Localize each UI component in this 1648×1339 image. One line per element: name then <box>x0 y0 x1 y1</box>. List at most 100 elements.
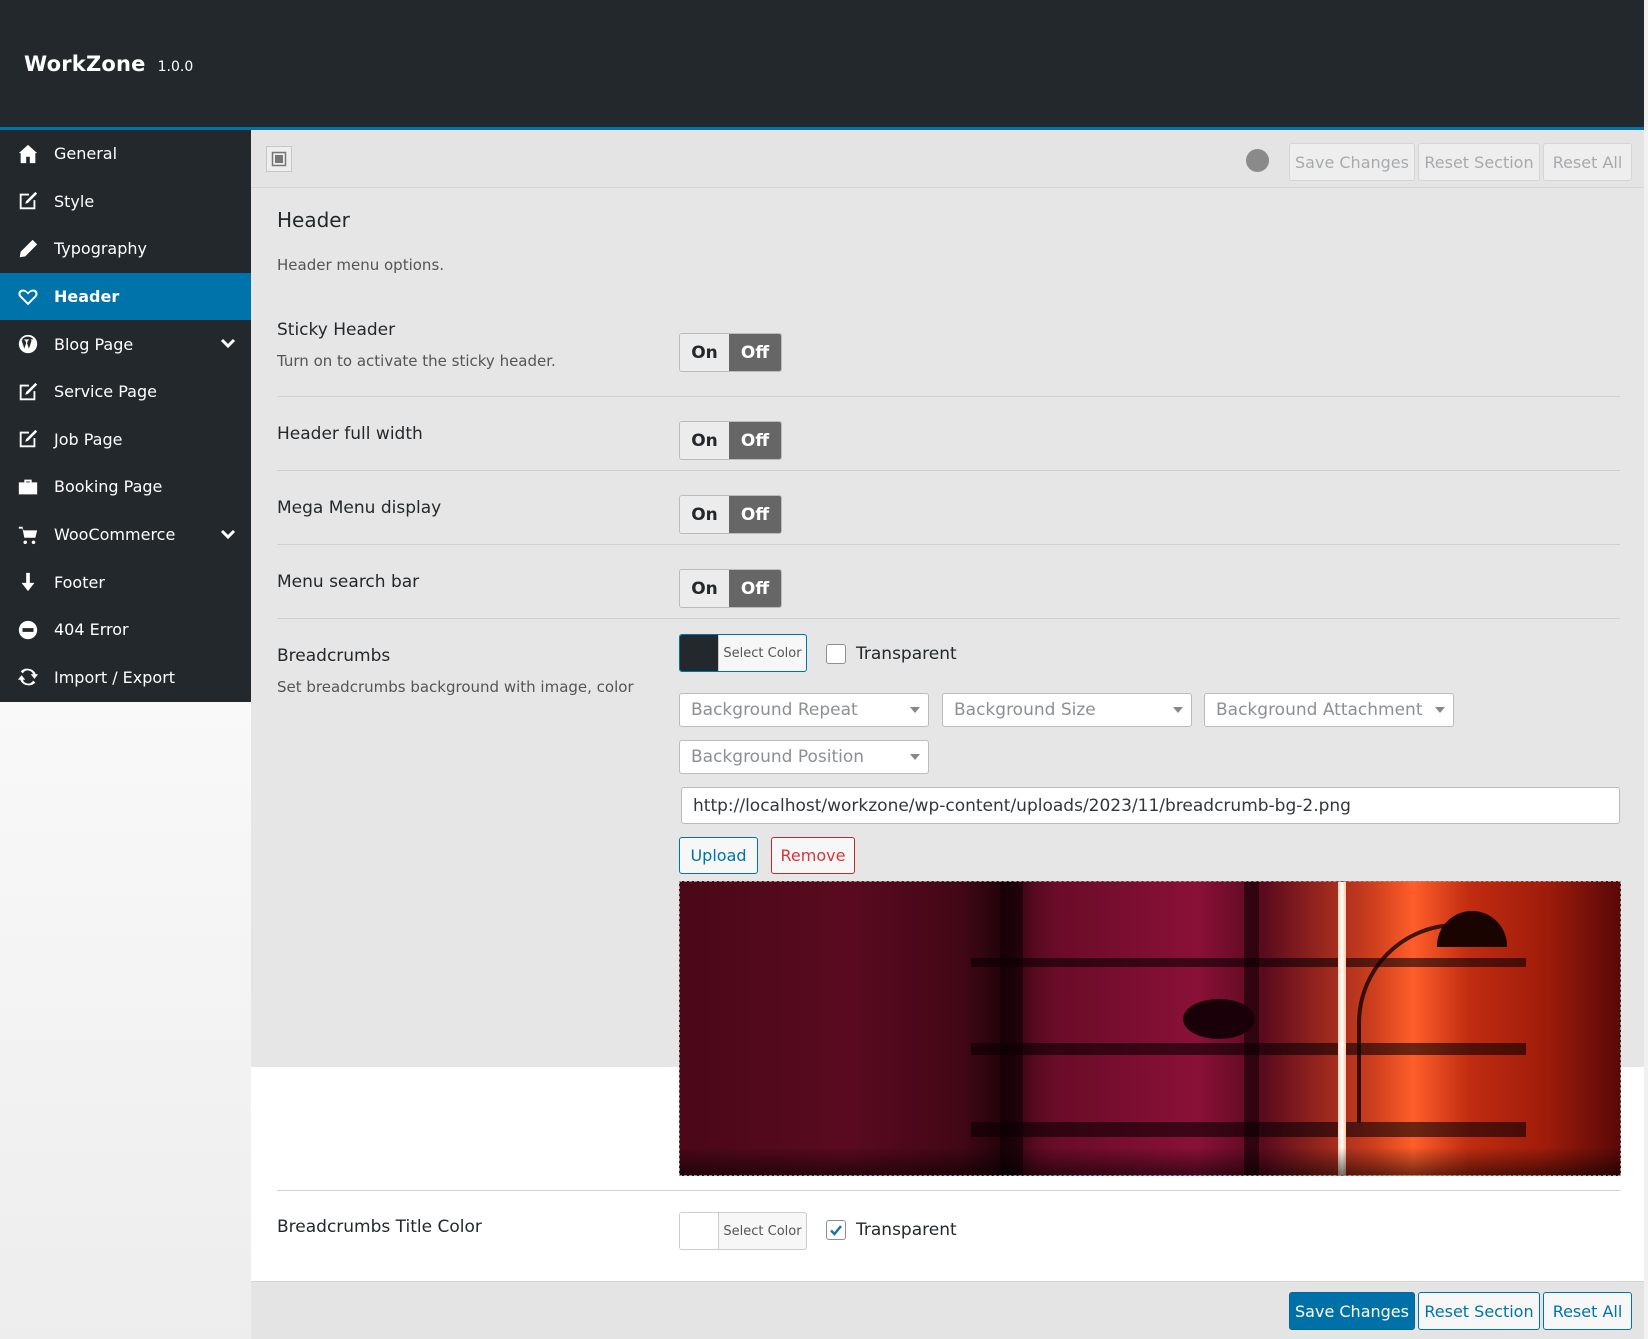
chevron-down-icon[interactable] <box>219 525 237 543</box>
refresh-icon <box>16 665 40 689</box>
color-swatch[interactable] <box>680 1213 718 1249</box>
chevron-down-icon[interactable] <box>219 334 237 352</box>
sidebar-item-label: General <box>54 144 118 164</box>
sidebar-item-label: Booking Page <box>54 477 163 497</box>
sidebar-item-label: Header <box>54 287 120 307</box>
color-swatch[interactable] <box>680 635 718 671</box>
sidebar-item-footer[interactable]: Footer <box>0 558 251 606</box>
sidebar-item-label: Style <box>54 191 95 211</box>
sidebar-item-job-page[interactable]: Job Page <box>0 416 251 464</box>
section-title: Header <box>277 208 350 232</box>
expand-options-button[interactable] <box>266 146 292 172</box>
menu-search-label: Menu search bar <box>277 572 420 592</box>
heart-icon <box>16 285 40 309</box>
select-value: Background Size <box>954 700 1096 720</box>
switch-off[interactable]: Off <box>729 334 781 371</box>
pencil-icon <box>16 237 40 261</box>
mega-menu-switch[interactable]: On Off <box>679 495 782 534</box>
briefcase-icon <box>16 475 40 499</box>
background-attachment-select[interactable]: Background Attachment <box>1204 693 1454 727</box>
sidebar-item-style[interactable]: Style <box>0 178 251 226</box>
select-color-label[interactable]: Select Color <box>718 1213 806 1249</box>
edit-icon <box>16 427 40 451</box>
background-size-select[interactable]: Background Size <box>942 693 1192 727</box>
sidebar-item-label: WooCommerce <box>54 525 176 545</box>
breadcrumbs-title-transparent-checkbox[interactable]: Transparent <box>826 1220 957 1240</box>
dropdown-arrow-icon <box>910 754 920 760</box>
background-position-select[interactable]: Background Position <box>679 740 929 774</box>
switch-off[interactable]: Off <box>729 570 781 607</box>
reset-all-button[interactable]: Reset All <box>1543 1292 1632 1330</box>
checkbox-label: Transparent <box>856 644 957 664</box>
checkbox[interactable] <box>826 644 846 664</box>
app-version: 1.0.0 <box>157 59 194 75</box>
arrow-down-icon <box>16 570 40 594</box>
dropdown-arrow-icon <box>1173 707 1183 713</box>
switch-on[interactable]: On <box>680 334 730 371</box>
edit-icon <box>16 380 40 404</box>
select-color-label[interactable]: Select Color <box>718 635 806 671</box>
select-value: Background Position <box>691 747 865 767</box>
sidebar-item-label: Blog Page <box>54 334 134 354</box>
sidebar-item-woocommerce[interactable]: WooCommerce <box>0 511 251 559</box>
switch-off[interactable]: Off <box>729 422 781 459</box>
status-indicator <box>1246 149 1269 172</box>
sidebar-item-booking-page[interactable]: Booking Page <box>0 463 251 511</box>
wordpress-icon <box>16 332 40 356</box>
home-icon <box>16 142 40 166</box>
checkmark-icon <box>830 1225 842 1236</box>
sidebar-nav: General Style Typography Header Blog Pag… <box>0 130 251 702</box>
sticky-header-switch[interactable]: On Off <box>679 333 782 372</box>
divider <box>277 544 1620 545</box>
breadcrumbs-image-url-input[interactable]: http://localhost/workzone/wp-content/upl… <box>681 787 1620 824</box>
breadcrumbs-color-picker[interactable]: Select Color <box>679 634 807 672</box>
sidebar-item-label: Footer <box>54 572 105 592</box>
divider <box>277 1190 1620 1191</box>
sidebar-item-service-page[interactable]: Service Page <box>0 368 251 416</box>
reset-section-button-top[interactable]: Reset Section <box>1418 143 1540 181</box>
upload-button[interactable]: Upload <box>679 837 758 874</box>
sidebar-item-label: Service Page <box>54 382 157 402</box>
save-changes-button[interactable]: Save Changes <box>1289 1292 1415 1330</box>
dropdown-arrow-icon <box>1435 707 1445 713</box>
sidebar-item-import-export[interactable]: Import / Export <box>0 654 251 702</box>
checkbox-label: Transparent <box>856 1220 957 1240</box>
breadcrumbs-description: Set breadcrumbs background with image, c… <box>277 678 634 696</box>
sidebar-item-general[interactable]: General <box>0 130 251 178</box>
sidebar-item-header[interactable]: Header <box>0 272 251 321</box>
header-full-width-switch[interactable]: On Off <box>679 421 782 460</box>
minus-circle-icon <box>16 618 40 642</box>
sidebar-item-label: 404 Error <box>54 620 129 640</box>
checkbox[interactable] <box>826 1220 846 1240</box>
sidebar-background <box>0 702 251 1339</box>
background-repeat-select[interactable]: Background Repeat <box>679 693 929 727</box>
sidebar-item-typography[interactable]: Typography <box>0 225 251 273</box>
divider <box>277 618 1620 619</box>
save-changes-button-top[interactable]: Save Changes <box>1289 143 1415 181</box>
breadcrumbs-label: Breadcrumbs <box>277 646 391 666</box>
panel-icon <box>271 151 287 167</box>
reset-all-button-top[interactable]: Reset All <box>1543 143 1632 181</box>
cart-icon <box>16 523 40 547</box>
sidebar-item-404-error[interactable]: 404 Error <box>0 606 251 654</box>
switch-on[interactable]: On <box>680 570 730 607</box>
remove-button[interactable]: Remove <box>771 837 855 874</box>
header-full-width-label: Header full width <box>277 424 423 444</box>
divider <box>277 470 1620 471</box>
menu-search-switch[interactable]: On Off <box>679 569 782 608</box>
breadcrumbs-transparent-checkbox[interactable]: Transparent <box>826 644 957 664</box>
switch-off[interactable]: Off <box>729 496 781 533</box>
mega-menu-label: Mega Menu display <box>277 498 442 518</box>
sidebar-item-label: Typography <box>54 239 147 259</box>
sidebar-item-label: Import / Export <box>54 667 176 687</box>
switch-on[interactable]: On <box>680 422 730 459</box>
switch-on[interactable]: On <box>680 496 730 533</box>
reset-section-button[interactable]: Reset Section <box>1418 1292 1540 1330</box>
edit-icon <box>16 189 40 213</box>
sticky-header-description: Turn on to activate the sticky header. <box>277 352 556 370</box>
app-name: WorkZone <box>24 52 146 76</box>
sidebar-item-label: Job Page <box>54 429 123 449</box>
sidebar-item-blog-page[interactable]: Blog Page <box>0 320 251 368</box>
breadcrumbs-title-color-picker[interactable]: Select Color <box>679 1212 807 1250</box>
top-header-bar: WorkZone 1.0.0 <box>0 0 1644 130</box>
